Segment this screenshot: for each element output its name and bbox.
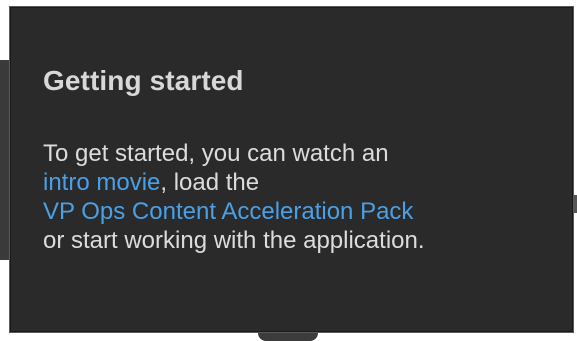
intro-movie-link[interactable]: intro movie bbox=[43, 169, 160, 196]
message-line-2-rest: , load the bbox=[160, 169, 260, 196]
content-pack-link[interactable]: VP Ops Content Acceleration Pack bbox=[43, 198, 413, 225]
screen: Getting started To get started, you can … bbox=[0, 0, 577, 341]
message-line-1: To get started, you can watch an bbox=[43, 140, 389, 167]
message-line-4: or start working with the application. bbox=[43, 227, 425, 254]
popover-pointer bbox=[258, 333, 318, 341]
getting-started-popover: Getting started To get started, you can … bbox=[9, 6, 574, 333]
popover-message: To get started, you can watch an intro m… bbox=[43, 139, 563, 255]
message-line-3: VP Ops Content Acceleration Pack bbox=[43, 197, 563, 226]
message-line-2: intro movie, load the bbox=[43, 168, 563, 197]
popover-title: Getting started bbox=[43, 65, 244, 96]
